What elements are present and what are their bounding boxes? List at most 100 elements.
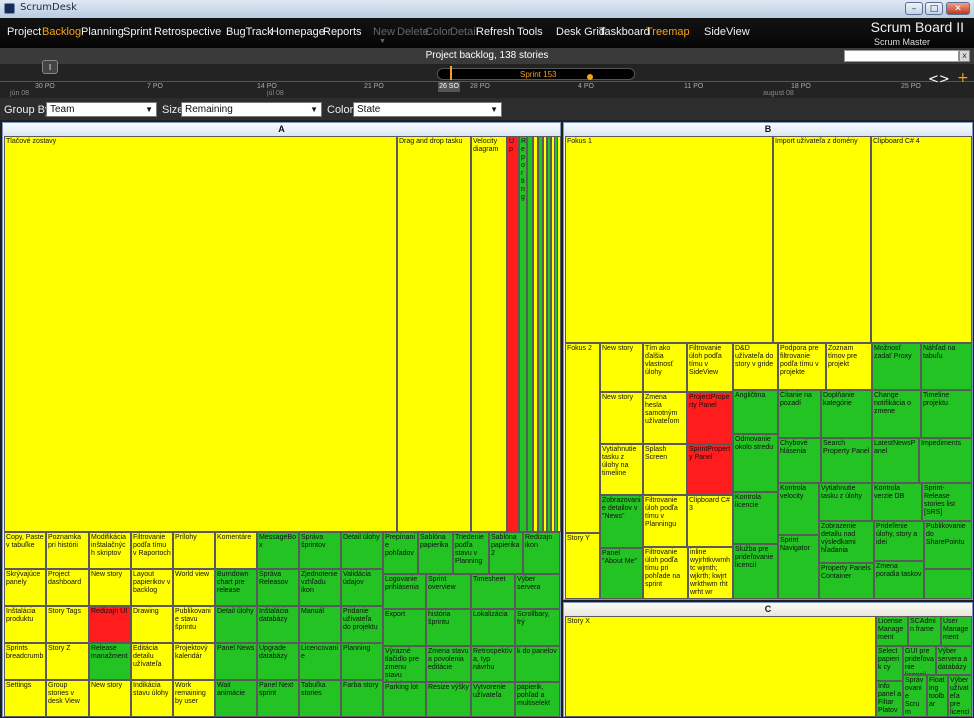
story-tile[interactable]: Change notifikácia o zmene <box>872 390 921 438</box>
story-tile[interactable]: Panel Next sprint <box>257 680 299 717</box>
story-tile[interactable]: Indikácia stavu úlohy <box>131 680 173 717</box>
story-tile[interactable]: Scrollbary, frý <box>515 609 560 646</box>
menu-tools[interactable]: Tools <box>517 26 543 38</box>
story-tile[interactable]: Licencovanie <box>299 643 341 680</box>
story-tile[interactable]: Filtrovanie podľa tímu v Raportoch <box>131 532 173 569</box>
story-tile[interactable]: Šablóna papierika 2 <box>489 532 523 574</box>
story-tile[interactable]: MessageBox <box>257 532 299 569</box>
story-tile[interactable]: Splash Screen <box>643 444 687 495</box>
story-tile[interactable]: Vytiahnutie tasku z úlohy na timeline <box>600 444 643 495</box>
story-tile[interactable]: Správa Releasov <box>257 569 299 606</box>
story-tile[interactable]: Vytiahnutie tasku z úlohy <box>819 483 872 521</box>
story-tile[interactable]: Pridanie užívateľa do projektu <box>341 606 383 643</box>
story-tile[interactable]: papierik, pohľad a multiselekt <box>515 682 560 717</box>
story-tile[interactable]: Zmena stavu a povolenia editácie <box>426 646 471 682</box>
story-tile[interactable]: Sprint-Release stories list [SRS] <box>922 483 972 521</box>
menu-desk-grid[interactable]: Desk Grid <box>556 26 605 38</box>
story-tile[interactable]: Prideľenie úlohy, story a idei <box>874 521 924 561</box>
menu-detail[interactable]: Detail <box>450 26 478 38</box>
story-tile[interactable]: Story Y <box>565 533 600 599</box>
menu-taskboard[interactable]: Taskboard <box>599 26 650 38</box>
timeline-nav-arrows[interactable]: <> <box>928 72 950 87</box>
story-tile[interactable]: Náhľad na tabuľu <box>921 343 972 390</box>
story-tile[interactable]: New story <box>600 343 643 392</box>
story-tile[interactable]: SprintProperty Panel <box>687 444 733 495</box>
story-tile[interactable]: Výber užívateľa pre licenciu <box>948 675 972 717</box>
story-tile[interactable]: Velocity diagram <box>471 136 507 532</box>
story-tile[interactable]: New story <box>600 392 643 444</box>
story-tile[interactable]: SCAdmin frame <box>908 616 941 646</box>
story-tile[interactable]: Info panel a Filtar Platov <box>876 681 903 717</box>
story-tile[interactable]: User Management <box>941 616 972 646</box>
story-tile[interactable]: LatestNewsPanel <box>872 438 919 483</box>
story-tile[interactable]: Modifikácia inštalačných skriptov <box>89 532 131 569</box>
story-tile[interactable]: Sprint overview <box>426 574 471 609</box>
story-tile[interactable]: License Management <box>876 616 908 646</box>
menu-treemap[interactable]: Treemap <box>646 26 690 38</box>
story-tile[interactable]: Zobrazenie detailu nad výsledkami hľadan… <box>819 521 874 563</box>
story-tile[interactable]: Komentáre <box>215 532 257 569</box>
menu-homepage[interactable]: Homepage <box>271 26 325 38</box>
story-tile[interactable]: Prepínanie pohľadov <box>383 532 418 574</box>
story-tile[interactable]: Filtrovanie úloh podľa tímu pri pohľade … <box>643 547 688 599</box>
story-tile[interactable]: Logovanie prihlásenia <box>383 574 426 609</box>
story-tile[interactable]: Detail úlohy <box>215 606 257 643</box>
menu-retrospective[interactable]: Retrospective <box>154 26 221 38</box>
story-tile[interactable]: Správa šprintov <box>299 532 341 569</box>
story-tile[interactable]: GUI pre prideľovanie licencií <box>903 646 936 675</box>
story-tile[interactable]: Sprint Navigator <box>778 535 819 599</box>
story-tile[interactable]: Zobrazovanie detailov v "News" <box>600 495 643 548</box>
maximize-button[interactable]: □ <box>925 2 943 15</box>
search-close-icon[interactable]: x <box>959 50 970 62</box>
story-tile[interactable]: Výber servera <box>515 574 560 609</box>
story-tile[interactable]: Copy, Paste v tabuľke <box>4 532 46 569</box>
story-tile[interactable]: Export <box>383 609 426 646</box>
story-tile[interactable]: Farba story <box>341 680 383 717</box>
story-tile[interactable]: Search Property Panel <box>821 438 872 483</box>
story-tile[interactable]: Redizajn ikon <box>523 532 560 574</box>
story-tile[interactable]: Import užívateľa z domény <box>773 136 871 343</box>
story-tile[interactable]: Kontrola licencie <box>733 492 778 544</box>
story-tile[interactable]: ProjectProperty Panel <box>687 392 733 444</box>
size-select[interactable]: Remaining ▼ <box>181 102 322 117</box>
menu-reports[interactable]: Reports <box>323 26 362 38</box>
menu-bugtrack[interactable]: BugTrack <box>226 26 273 38</box>
menu-backlog[interactable]: Backlog <box>42 26 81 38</box>
story-tile[interactable]: Zmena poradia taskov <box>874 561 924 599</box>
story-tile[interactable]: Fokus 2 <box>565 343 600 533</box>
story-tile[interactable]: Manuál <box>299 606 341 643</box>
story-tile[interactable]: Burndown chart pre release <box>215 569 257 606</box>
story-tile[interactable]: Poznamka pri histórii <box>46 532 89 569</box>
story-tile[interactable]: Story Z <box>46 643 89 680</box>
story-tile[interactable]: Inštalácia produktu <box>4 606 46 643</box>
story-tile[interactable]: Projektový kalendár <box>173 643 215 680</box>
timeline-marker[interactable]: I <box>42 60 58 74</box>
story-tile[interactable]: Layout papierikov v backlog <box>131 569 173 606</box>
story-tile[interactable]: Group stories v desk View <box>46 680 89 717</box>
timeline-zoom-icon[interactable]: + <box>957 70 969 86</box>
story-tile[interactable]: Clipboard C# 3 <box>687 495 733 547</box>
story-tile[interactable]: Filtrovanie úloh podľa tímu v SideView <box>687 343 733 392</box>
story-tile[interactable]: Impediments <box>919 438 972 483</box>
story-tile[interactable] <box>557 136 561 532</box>
story-tile[interactable]: Publikovanie stavu šprintu <box>173 606 215 643</box>
menu-sprint[interactable]: Sprint <box>123 26 152 38</box>
story-tile[interactable]: Správovanie Scrum Board <box>903 675 927 717</box>
story-tile[interactable]: New story <box>89 569 131 606</box>
menu-color[interactable]: Color <box>425 26 451 38</box>
story-tile[interactable]: Doplňanie kategórie <box>821 390 872 438</box>
story-tile[interactable]: Panel "About Me" <box>600 548 643 599</box>
story-tile[interactable]: Tlačové zostavy <box>4 136 397 532</box>
story-tile[interactable]: Editácia detailu užívateľa <box>131 643 173 680</box>
story-tile[interactable]: Timesheet <box>471 574 515 609</box>
story-tile[interactable]: Upgrade databázy <box>257 643 299 680</box>
story-tile[interactable]: Čítanie na pozadí <box>778 390 821 438</box>
story-tile[interactable]: Lokalizácia <box>471 609 515 646</box>
story-tile[interactable]: Resize výšky <box>426 682 471 717</box>
menu-new[interactable]: New <box>373 26 395 38</box>
story-tile[interactable]: história šprintu <box>426 609 471 646</box>
story-tile[interactable]: Sprints breadcrumb <box>4 643 46 680</box>
story-tile[interactable]: Podpora pre filtrovanie podľa tímu v pro… <box>778 343 826 390</box>
story-tile[interactable]: Floating toolbar <box>927 675 948 717</box>
story-tile[interactable]: k do panelov <box>515 646 560 682</box>
